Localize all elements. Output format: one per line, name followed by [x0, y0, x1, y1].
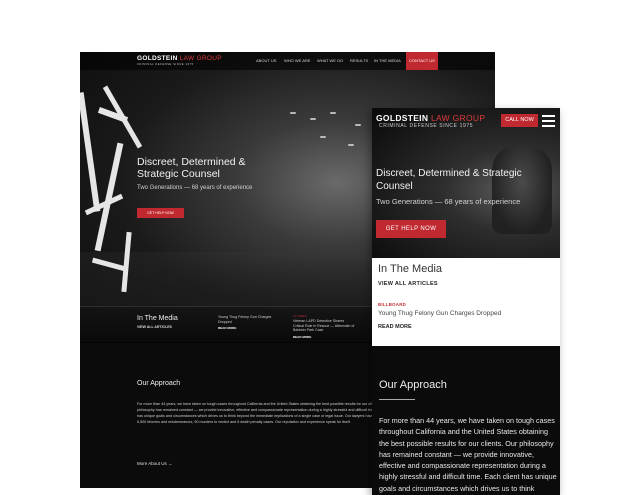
- mobile-article-category: BILLBOARD: [378, 302, 407, 307]
- nav-in-the-media[interactable]: IN THE MEDIA: [374, 58, 401, 63]
- top-nav: GOLDSTEIN LAW GROUP CRIMINAL DEFENSE SIN…: [80, 52, 495, 70]
- logo-tagline: CRIMINAL DEFENSE SINCE 1975: [137, 63, 194, 66]
- nav-about-us[interactable]: ABOUT US: [256, 58, 276, 63]
- read-more-link[interactable]: READ MORE: [293, 335, 355, 339]
- mobile-hero-title: Discreet, Determined & Strategic Counsel: [376, 168, 522, 192]
- media-title: In The Media: [137, 315, 178, 322]
- mobile-logo-tagline: CRIMINAL DEFENSE SINCE 1975: [379, 123, 474, 129]
- logo-name: GOLDSTEIN: [376, 113, 429, 123]
- hero-subtitle: Two Generations — 68 years of experience: [137, 185, 253, 191]
- divider: [379, 399, 415, 400]
- contact-us-button[interactable]: CONTACT US: [406, 52, 438, 70]
- mobile-get-help-now-button[interactable]: GET HELP NOW: [376, 220, 446, 238]
- mobile-article-headline[interactable]: Young Thug Felony Gun Charges Dropped: [378, 310, 501, 317]
- article-headline: Young Thug Felony Gun Charges Dropped: [218, 315, 272, 324]
- nav-results[interactable]: RESULTS: [350, 58, 368, 63]
- mobile-media-title: In The Media: [378, 263, 443, 275]
- nav-what-we-do[interactable]: WHAT WE DO: [317, 58, 343, 63]
- media-article[interactable]: Young Thug Felony Gun Charges Dropped RE…: [218, 314, 280, 330]
- logo-accent: LAW GROUP: [179, 55, 222, 62]
- mobile-mockup: GOLDSTEIN LAW GROUP CRIMINAL DEFENSE SIN…: [372, 108, 560, 495]
- get-help-now-button[interactable]: GET HELP NOW: [137, 208, 184, 218]
- hamburger-menu-icon[interactable]: [542, 115, 555, 127]
- logo[interactable]: GOLDSTEIN LAW GROUP: [137, 55, 222, 62]
- mobile-view-all-articles-link[interactable]: VIEW ALL ARTICLES: [378, 281, 438, 287]
- mobile-approach-body: For more than 44 years, we have taken on…: [379, 416, 557, 493]
- call-now-button[interactable]: CALL NOW: [501, 114, 538, 127]
- mobile-approach-title: Our Approach: [379, 379, 447, 391]
- article-headline: Veteran LAPD Detective Shares Critical R…: [293, 319, 355, 333]
- nav-who-we-are[interactable]: WHO WE ARE: [284, 58, 310, 63]
- mobile-logo[interactable]: GOLDSTEIN LAW GROUP: [376, 113, 485, 123]
- view-all-articles-link[interactable]: VIEW ALL ARTICLES: [137, 325, 172, 329]
- logo-name: GOLDSTEIN: [137, 55, 178, 62]
- approach-body: For more than 44 years, we have taken on…: [137, 402, 395, 424]
- hero-title: Discreet, Determined & Strategic Counsel: [137, 156, 246, 180]
- more-about-us-link[interactable]: More About Us →: [137, 461, 173, 466]
- article-category: LA TIMES: [293, 314, 307, 318]
- mobile-hero-subtitle: Two Generations — 68 years of experience: [376, 197, 521, 206]
- read-more-link[interactable]: READ MORE: [218, 326, 280, 330]
- mobile-media-section: In The Media VIEW ALL ARTICLES BILLBOARD…: [372, 258, 560, 346]
- approach-title: Our Approach: [137, 380, 181, 387]
- mobile-read-more-link[interactable]: READ MORE: [378, 324, 412, 330]
- logo-accent: LAW GROUP: [430, 113, 486, 123]
- media-article[interactable]: LA TIMES Veteran LAPD Detective Shares C…: [293, 314, 355, 339]
